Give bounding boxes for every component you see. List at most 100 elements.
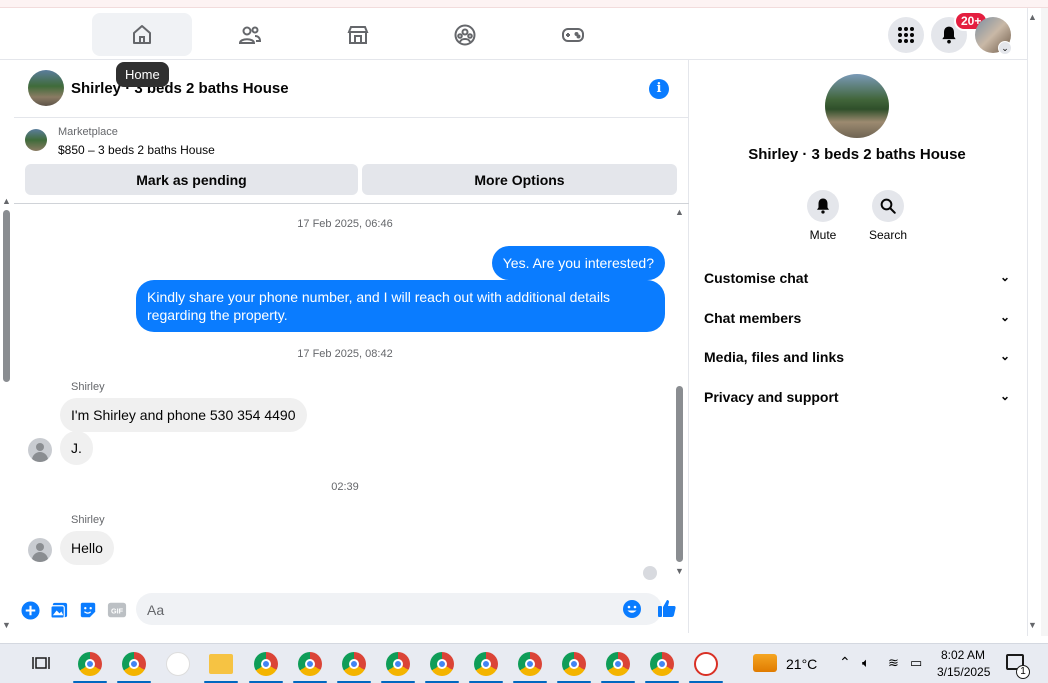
timestamp: 17 Feb 2025, 06:46 [297,218,393,230]
browser-scrollbar[interactable] [1027,8,1041,636]
nav-tab-gaming[interactable] [523,13,623,56]
svg-text:GIF: GIF [111,607,124,616]
search-label: Search [868,228,908,242]
section-customise-chat[interactable]: Customise chat ⌄ [704,270,1010,286]
message-input[interactable]: Aa [136,593,662,625]
sender-avatar[interactable] [28,438,52,462]
chat-panel: Shirley · 3 beds 2 baths House i Marketp… [14,60,689,633]
message-composer: GIF Aa [14,590,689,630]
page-scrollbar[interactable] [2,196,11,630]
clock-time[interactable]: 8:02 AM [941,648,985,662]
section-label: Media, files and links [704,349,845,365]
nav-tab-marketplace[interactable] [308,13,408,56]
clock-date[interactable]: 3/15/2025 [937,665,990,679]
marketplace-label: Marketplace [58,126,118,138]
mute-label: Mute [809,228,837,242]
search-button[interactable]: Search [858,190,918,242]
chrome-icon[interactable] [562,652,586,676]
weather-icon[interactable] [753,654,777,672]
gif-button[interactable]: GIF [107,600,127,620]
top-navbar: 20+ ⌄ [0,8,1027,60]
outgoing-message[interactable]: Yes. Are you interested? [491,246,665,280]
weather-temp[interactable]: 21°C [786,656,817,672]
chrome-icon[interactable] [606,652,630,676]
incoming-message[interactable]: Hello [60,531,114,565]
more-options-button[interactable]: More Options [362,164,677,195]
windows-taskbar: 21°C ⌃ 🔈︎ ≋ ▭ 8:02 AM 3/15/2025 1 [0,643,1048,683]
read-receipt-avatar [643,566,657,580]
chrome-icon[interactable] [122,652,146,676]
emoji-icon[interactable] [623,600,641,618]
chat-title[interactable]: Shirley · 3 beds 2 baths House [71,80,289,97]
chevron-down-icon: ⌄ [999,389,1010,403]
bell-icon [817,198,829,214]
outgoing-message[interactable]: Kindly share your phone number, and I wi… [136,280,665,332]
media-app-icon[interactable] [166,652,190,676]
chrome-icon[interactable] [78,652,102,676]
incoming-message[interactable]: J. [60,431,93,465]
friends-icon [238,26,262,44]
sticker-button[interactable] [78,600,98,620]
listing-title[interactable]: $850 – 3 beds 2 baths House [58,143,215,157]
gaming-icon [562,27,584,42]
grid-icon [898,27,914,43]
section-chat-members[interactable]: Chat members ⌄ [704,310,1010,326]
like-button[interactable] [657,598,677,618]
conversation-info-panel: Shirley · 3 beds 2 baths House Mute Sear… [690,60,1026,633]
volume-icon[interactable]: 🔈︎ [862,655,870,671]
nav-tab-groups[interactable] [415,13,515,56]
info-icon[interactable]: i [649,79,669,99]
chrome-icon[interactable] [386,652,410,676]
battery-icon[interactable]: ▭ [910,655,922,671]
scroll-down-arrow[interactable]: ▼ [1028,620,1037,630]
chevron-up-icon[interactable]: ⌃ [839,654,851,671]
section-label: Privacy and support [704,389,839,405]
listing-thumbnail[interactable] [25,129,47,151]
photo-icon [49,602,67,619]
section-media-files-links[interactable]: Media, files and links ⌄ [704,349,1010,365]
plus-button[interactable] [20,600,40,620]
snipping-tool-icon[interactable] [694,652,718,676]
scrollbar-thumb[interactable] [676,386,683,562]
task-view-icon[interactable] [32,654,50,672]
profile-avatar[interactable] [825,74,889,138]
attach-photo-button[interactable] [49,600,69,620]
scrollbar-thumb[interactable] [3,210,10,382]
sender-name: Shirley [71,514,105,526]
chrome-icon[interactable] [342,652,366,676]
scroll-down-arrow[interactable]: ▼ [675,566,684,576]
marketplace-icon [347,25,369,44]
sender-name: Shirley [71,381,105,393]
nav-tab-friends[interactable] [200,13,300,56]
scroll-up-arrow[interactable]: ▲ [2,196,11,206]
background-window-edge [1041,8,1048,636]
mute-button[interactable]: Mute [793,190,853,242]
gif-icon: GIF [107,602,127,618]
sender-avatar[interactable] [28,538,52,562]
scroll-up-arrow[interactable]: ▲ [675,207,684,217]
section-label: Chat members [704,310,802,326]
chrome-icon[interactable] [650,652,674,676]
wifi-icon[interactable]: ≋ [888,655,899,671]
chrome-icon[interactable] [254,652,278,676]
chat-scrollbar[interactable] [676,210,684,580]
menu-grid-button[interactable] [888,17,924,53]
chrome-icon[interactable] [518,652,542,676]
nav-tab-home[interactable] [92,13,192,56]
scroll-up-arrow[interactable]: ▲ [1028,12,1037,22]
chat-avatar[interactable] [28,70,64,106]
profile-name: Shirley · 3 beds 2 baths House [748,146,966,163]
chevron-down-icon[interactable]: ⌄ [998,41,1012,55]
section-label: Customise chat [704,270,809,286]
mark-as-pending-button[interactable]: Mark as pending [25,164,358,195]
scroll-down-arrow[interactable]: ▼ [2,620,11,630]
section-privacy-support[interactable]: Privacy and support ⌄ [704,389,1010,405]
chrome-icon[interactable] [298,652,322,676]
thumbs-up-icon [658,600,676,617]
chrome-icon[interactable] [430,652,454,676]
chevron-down-icon: ⌄ [999,270,1010,284]
file-explorer-icon[interactable] [209,654,233,674]
timestamp: 02:39 [331,481,359,493]
chrome-icon[interactable] [474,652,498,676]
incoming-message[interactable]: I'm Shirley and phone 530 354 4490 [60,398,307,432]
